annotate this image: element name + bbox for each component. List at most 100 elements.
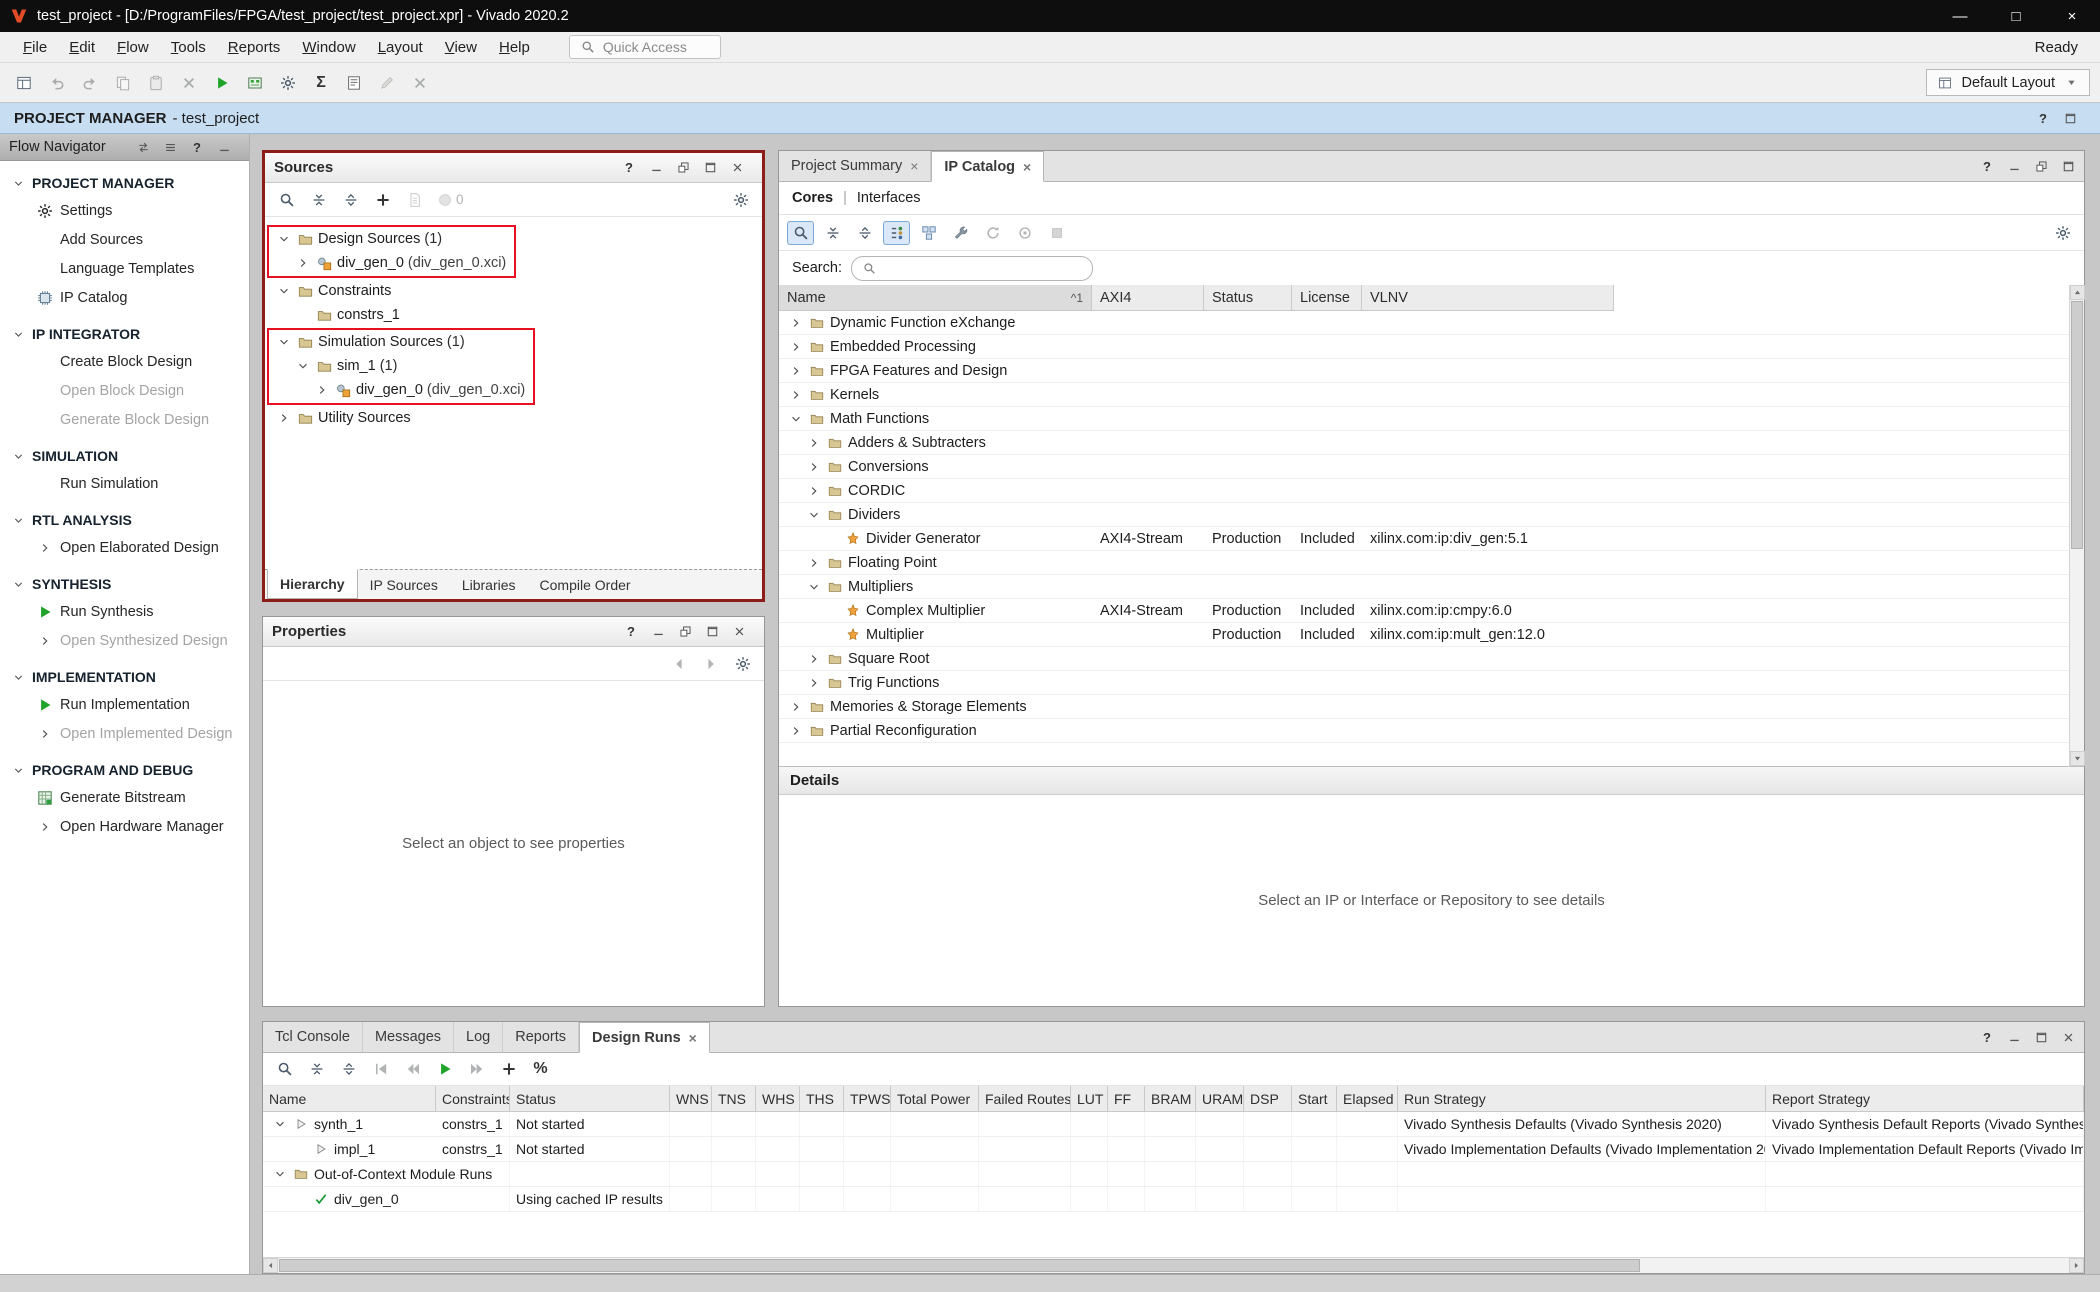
column-header-bram[interactable]: BRAM [1145, 1086, 1196, 1112]
menu-view[interactable]: View [434, 35, 488, 60]
expand-twisty-icon[interactable] [805, 677, 822, 689]
catalog-row-fpga-features-and-design[interactable]: FPGA Features and Design [779, 359, 2069, 383]
sidebar-item-generate-block-design[interactable]: Generate Block Design [0, 405, 249, 434]
catalog-row-math-functions[interactable]: Math Functions [779, 407, 2069, 431]
sidebar-section-implementation[interactable]: IMPLEMENTATION [0, 664, 249, 690]
menu-flow[interactable]: Flow [106, 35, 160, 60]
catalog-row-multipliers[interactable]: Multipliers [779, 575, 2069, 599]
column-header-license[interactable]: License [1292, 285, 1362, 311]
sidebar-item-run-synthesis[interactable]: Run Synthesis [0, 597, 249, 626]
group-by-repository-button[interactable] [915, 221, 942, 245]
sidebar-item-open-hardware-manager[interactable]: Open Hardware Manager [0, 812, 249, 841]
settings-button[interactable] [729, 652, 756, 676]
sidebar-item-create-block-design[interactable]: Create Block Design [0, 347, 249, 376]
collapse-twisty-icon[interactable] [805, 581, 822, 593]
column-header-elapsed[interactable]: Elapsed [1337, 1086, 1398, 1112]
sidebar-item-language-templates[interactable]: Language Templates [0, 254, 249, 283]
settings-button[interactable] [274, 70, 302, 96]
sidebar-item-generate-bitstream[interactable]: Generate Bitstream [0, 783, 249, 812]
collapse-twisty-icon[interactable] [787, 413, 804, 425]
source-item-constraints[interactable]: Constraints [269, 279, 758, 303]
column-header-total-power[interactable]: Total Power [891, 1086, 979, 1112]
quick-access-search[interactable]: Quick Access [569, 35, 721, 59]
menu-tools[interactable]: Tools [160, 35, 217, 60]
report-sigma-button[interactable]: Σ [307, 70, 335, 96]
view-tab-ip-sources[interactable]: IP Sources [358, 570, 450, 599]
catalog-row-complex-multiplier[interactable]: Complex MultiplierAXI4-StreamProductionI… [779, 599, 2069, 623]
expand-twisty-icon[interactable] [805, 653, 822, 665]
view-tab-hierarchy[interactable]: Hierarchy [267, 569, 358, 599]
catalog-vertical-scrollbar[interactable] [2069, 285, 2084, 766]
column-header-name[interactable]: Name [263, 1086, 436, 1112]
menu-icon[interactable] [162, 139, 178, 155]
sidebar-item-run-simulation[interactable]: Run Simulation [0, 469, 249, 498]
expand-twisty-icon[interactable] [275, 412, 292, 424]
collapse-twisty-icon[interactable] [271, 1168, 288, 1180]
sidebar-item-open-synthesized-design[interactable]: Open Synthesized Design [0, 626, 249, 655]
tab-tcl-console[interactable]: Tcl Console [263, 1022, 363, 1052]
catalog-row-conversions[interactable]: Conversions [779, 455, 2069, 479]
expand-twisty-icon[interactable] [787, 365, 804, 377]
paste-button[interactable] [142, 70, 170, 96]
catalog-row-square-root[interactable]: Square Root [779, 647, 2069, 671]
sidebar-item-settings[interactable]: Settings [0, 196, 249, 225]
create-runs-button[interactable] [495, 1057, 522, 1081]
run-row-out-of-context-module-runs[interactable]: Out-of-Context Module Runs [263, 1162, 2084, 1187]
copy-button[interactable] [109, 70, 137, 96]
panel-maximize-icon[interactable] [704, 624, 720, 640]
scrollbar-track[interactable] [2070, 300, 2084, 751]
expand-twisty-icon[interactable] [787, 341, 804, 353]
collapse-twisty-icon[interactable] [294, 360, 311, 372]
tab-design-runs[interactable]: Design Runs× [579, 1022, 710, 1053]
search-button[interactable] [273, 188, 300, 212]
search-button[interactable] [787, 221, 814, 245]
panel-minimize-icon[interactable] [648, 160, 664, 176]
source-item-constrs-1[interactable]: constrs_1 [269, 303, 758, 327]
restart-button[interactable] [367, 1057, 394, 1081]
column-header-tns[interactable]: TNS [712, 1086, 756, 1112]
view-tab-libraries[interactable]: Libraries [450, 570, 528, 599]
switch-layout-icon[interactable] [135, 139, 151, 155]
expand-all-button[interactable] [851, 221, 878, 245]
tab-ip-catalog[interactable]: IP Catalog× [931, 151, 1044, 182]
ip-settings-button[interactable] [947, 221, 974, 245]
sidebar-item-add-sources[interactable]: Add Sources [0, 225, 249, 254]
catalog-row-divider-generator[interactable]: Divider GeneratorAXI4-StreamProductionIn… [779, 527, 2069, 551]
stop-button[interactable] [1043, 221, 1070, 245]
expand-twisty-icon[interactable] [787, 725, 804, 737]
delete-button[interactable] [175, 70, 203, 96]
catalog-row-trig-functions[interactable]: Trig Functions [779, 671, 2069, 695]
column-header-report-strategy[interactable]: Report Strategy [1766, 1086, 2084, 1112]
edit-button[interactable] [373, 70, 401, 96]
panel-maximize-icon[interactable] [2060, 158, 2076, 174]
minimize-window-button[interactable]: — [1932, 0, 1988, 32]
collapse-twisty-icon[interactable] [271, 1118, 288, 1130]
scrollbar-thumb[interactable] [279, 1259, 1640, 1272]
minimize-icon[interactable] [216, 139, 232, 155]
catalog-row-floating-point[interactable]: Floating Point [779, 551, 2069, 575]
collapse-all-button[interactable] [819, 221, 846, 245]
catalog-row-kernels[interactable]: Kernels [779, 383, 2069, 407]
column-header-ff[interactable]: FF [1108, 1086, 1145, 1112]
source-item-div-gen-0[interactable]: div_gen_0(div_gen_0.xci) [269, 378, 525, 402]
expand-all-button[interactable] [335, 1057, 362, 1081]
source-item-utility-sources[interactable]: Utility Sources [269, 406, 758, 430]
scroll-down-icon[interactable] [2070, 751, 2085, 766]
expand-twisty-icon[interactable] [294, 257, 311, 269]
toggle-percentage-button[interactable]: % [527, 1057, 554, 1081]
subtab-cores[interactable]: Cores [792, 190, 833, 206]
source-item-simulation-sources[interactable]: Simulation Sources(1) [269, 330, 525, 354]
target-button[interactable] [1011, 221, 1038, 245]
layout-selector[interactable]: Default Layout [1926, 69, 2090, 96]
panel-minimize-icon[interactable] [2006, 1029, 2022, 1045]
redo-button[interactable] [76, 70, 104, 96]
edit-file-button[interactable] [401, 188, 428, 212]
close-tab-icon[interactable]: × [1023, 159, 1031, 175]
expand-twisty-icon[interactable] [805, 485, 822, 497]
settings-button[interactable] [2049, 221, 2076, 245]
sidebar-section-synthesis[interactable]: SYNTHESIS [0, 571, 249, 597]
panel-minimize-icon[interactable] [650, 624, 666, 640]
column-header-name[interactable]: Name^1 [779, 285, 1092, 311]
panel-help-icon[interactable]: ? [1979, 1029, 1995, 1045]
panel-close-icon[interactable] [731, 624, 747, 640]
